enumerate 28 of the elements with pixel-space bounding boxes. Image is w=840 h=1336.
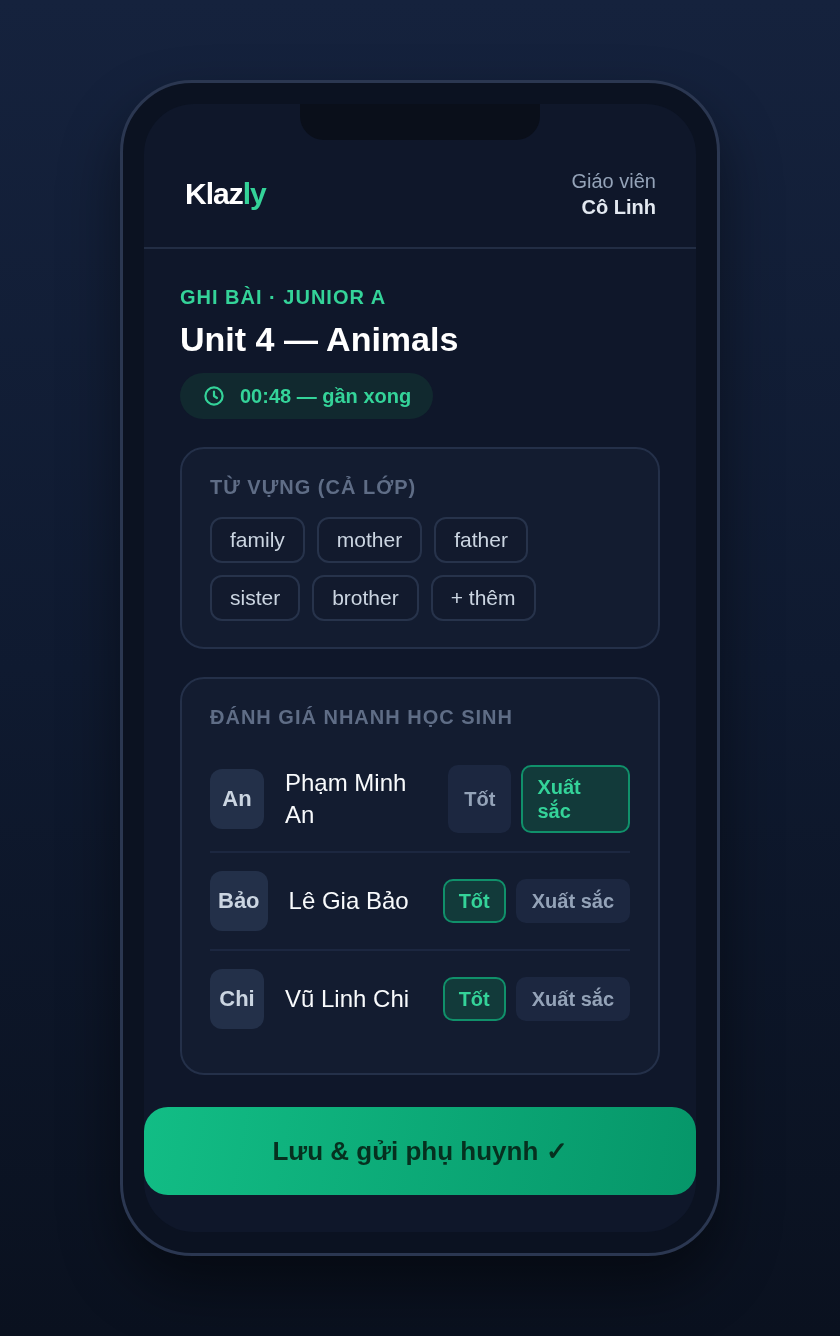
grade-button[interactable]: Xuất sắc (521, 765, 630, 833)
student-name: Phạm Minh An (285, 768, 408, 830)
student-name: Lê Gia Bảo (288, 886, 410, 916)
grade-button[interactable]: Tốt (448, 765, 512, 833)
vocab-chip[interactable]: + thêm (430, 575, 536, 621)
section-title: TỪ VỰNG (CẢ LỚP) (210, 475, 418, 499)
timer-text: 00:48 — gần xong (240, 384, 412, 408)
role-label: Giáo viên (571, 168, 656, 194)
grade-button[interactable]: Xuất sắc (515, 879, 630, 923)
grade-button[interactable]: Xuất sắc (515, 977, 630, 1021)
section-title: ĐÁNH GIÁ NHANH HỌC SINH (210, 705, 514, 729)
teacher-name: Cô Linh (581, 194, 656, 220)
vocab-chip[interactable]: brother (312, 575, 419, 621)
grade-button[interactable]: Tốt (442, 977, 506, 1021)
lesson-subtitle: GHI BÀI · JUNIOR A (180, 285, 388, 309)
save-send-button[interactable]: Lưu & gửi phụ huynh ✓ (144, 1107, 696, 1195)
student-avatar: Bảo (210, 871, 268, 931)
vocab-chip[interactable]: mother (316, 517, 423, 563)
brand-logo: Klazly (185, 175, 266, 212)
vocab-chip[interactable]: sister (210, 575, 301, 621)
lesson-title: Unit 4 — Animals (180, 319, 460, 359)
clock-icon (204, 386, 224, 406)
student-avatar: An (210, 769, 264, 829)
student-name: Vũ Linh Chi (285, 984, 411, 1014)
grade-button[interactable]: Tốt (442, 879, 506, 923)
vocab-chip[interactable]: family (210, 517, 305, 563)
vocab-chip[interactable]: father (434, 517, 528, 563)
student-avatar: Chi (210, 969, 264, 1029)
